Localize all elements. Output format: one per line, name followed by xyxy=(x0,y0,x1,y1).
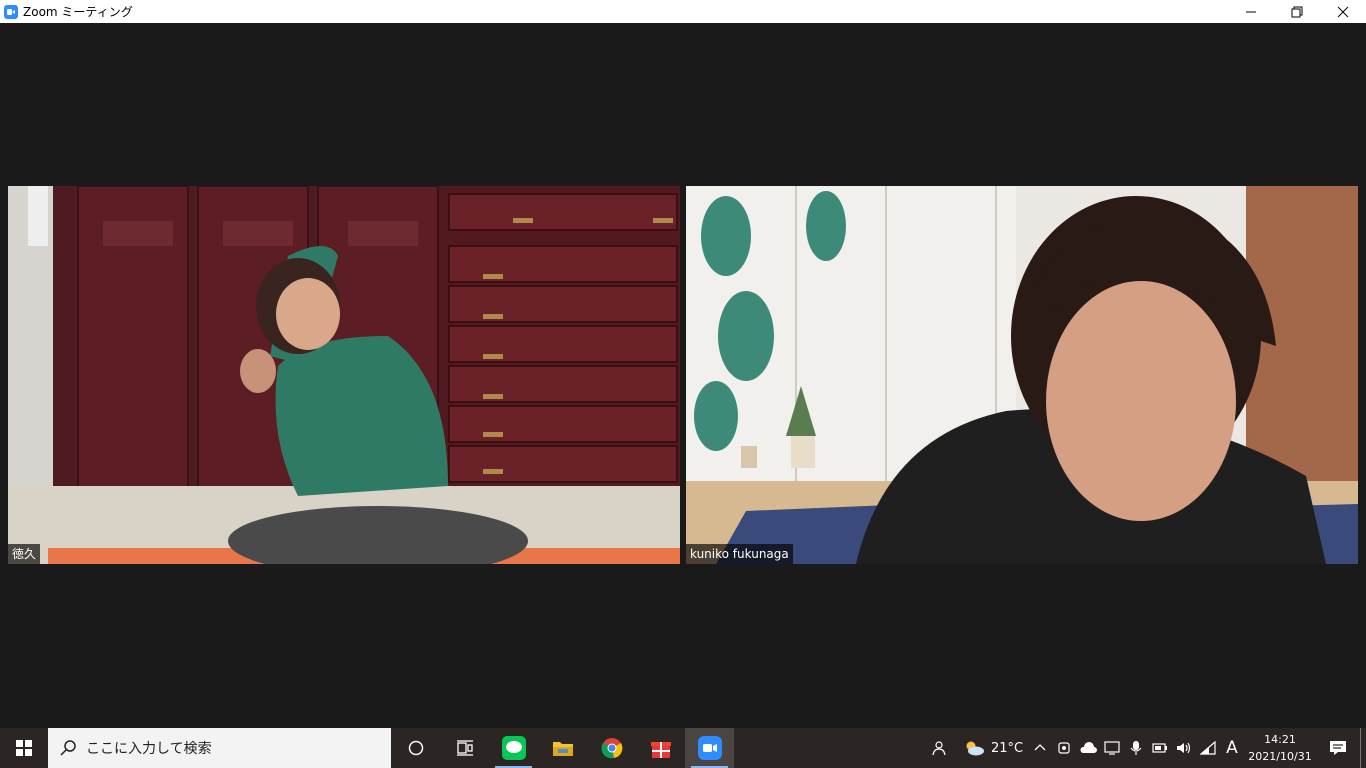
window-controls xyxy=(1228,0,1366,23)
title-bar: Zoom ミーティング xyxy=(0,0,1366,23)
participant-name-tag: kuniko fukunaga xyxy=(686,544,793,564)
windows-icon xyxy=(16,740,32,756)
task-view-icon xyxy=(456,740,473,756)
cloud-icon xyxy=(1080,742,1097,753)
network-tray-button[interactable] xyxy=(1196,728,1220,768)
zoom-icon xyxy=(697,736,722,760)
weather-temp: 21°C xyxy=(990,740,1024,756)
participant-2-video xyxy=(686,186,1358,564)
cortana-icon xyxy=(408,740,423,756)
cortana-button[interactable] xyxy=(391,728,440,768)
minimize-button[interactable] xyxy=(1228,0,1274,23)
participant-1-video xyxy=(8,186,680,564)
camera-tray-button[interactable] xyxy=(1052,728,1076,768)
partly-cloudy-icon xyxy=(966,741,984,756)
close-icon xyxy=(1337,6,1349,17)
gift-icon xyxy=(650,742,671,758)
taskbar-app-file-explorer[interactable] xyxy=(538,728,587,768)
people-icon xyxy=(932,741,946,756)
search-icon xyxy=(60,740,76,756)
wifi-icon xyxy=(1200,741,1216,755)
people-button[interactable] xyxy=(918,728,958,768)
speaker-icon xyxy=(1177,742,1191,754)
video-tile-participant-1[interactable]: 徳久 xyxy=(8,186,680,564)
video-tile-participant-2[interactable]: kuniko fukunaga xyxy=(686,186,1358,564)
minimize-icon xyxy=(1246,11,1256,12)
ime-indicator[interactable]: A xyxy=(1220,728,1244,768)
battery-icon xyxy=(1152,743,1167,753)
show-hidden-icons-button[interactable] xyxy=(1028,728,1052,768)
taskbar-app-chrome[interactable] xyxy=(587,728,636,768)
clock-time: 14:21 xyxy=(1264,733,1296,746)
webcam-icon xyxy=(1058,742,1070,754)
notification-icon xyxy=(1330,741,1346,755)
system-tray: 21°C A 14:21 2021/10/31 xyxy=(918,728,1366,768)
close-button[interactable] xyxy=(1320,0,1366,23)
chrome-icon xyxy=(600,738,622,759)
restore-icon xyxy=(1291,6,1303,17)
clock[interactable]: 14:21 2021/10/31 xyxy=(1244,728,1316,768)
microphone-icon xyxy=(1130,741,1142,755)
taskbar-search-box[interactable]: ここに入力して検索 xyxy=(48,728,391,768)
window-title: Zoom ミーティング xyxy=(23,5,133,19)
volume-tray-button[interactable] xyxy=(1172,728,1196,768)
battery-tray-button[interactable] xyxy=(1148,728,1172,768)
microphone-tray-button[interactable] xyxy=(1124,728,1148,768)
action-center-button[interactable] xyxy=(1316,728,1360,768)
taskbar-app-zoom[interactable] xyxy=(685,728,734,768)
start-button[interactable] xyxy=(0,728,48,768)
onedrive-tray-button[interactable] xyxy=(1076,728,1100,768)
task-view-button[interactable] xyxy=(440,728,489,768)
restore-button[interactable] xyxy=(1274,0,1320,23)
taskbar-app-line[interactable] xyxy=(489,728,538,768)
search-placeholder: ここに入力して検索 xyxy=(86,741,212,757)
show-desktop-button[interactable] xyxy=(1360,728,1366,768)
zoom-app-icon xyxy=(4,4,18,19)
file-explorer-icon xyxy=(552,742,573,756)
display-settings-tray-button[interactable] xyxy=(1100,728,1124,768)
chevron-up-icon xyxy=(1034,744,1046,751)
display-settings-icon xyxy=(1104,741,1120,755)
clock-date: 2021/10/31 xyxy=(1248,750,1312,763)
taskbar: ここに入力して検索 21°C A 14:21 2021/10/31 xyxy=(0,728,1366,768)
weather-widget[interactable]: 21°C xyxy=(958,728,1028,768)
taskbar-app-gift[interactable] xyxy=(636,728,685,768)
participant-name-tag: 徳久 xyxy=(8,544,41,564)
line-icon xyxy=(501,736,526,760)
